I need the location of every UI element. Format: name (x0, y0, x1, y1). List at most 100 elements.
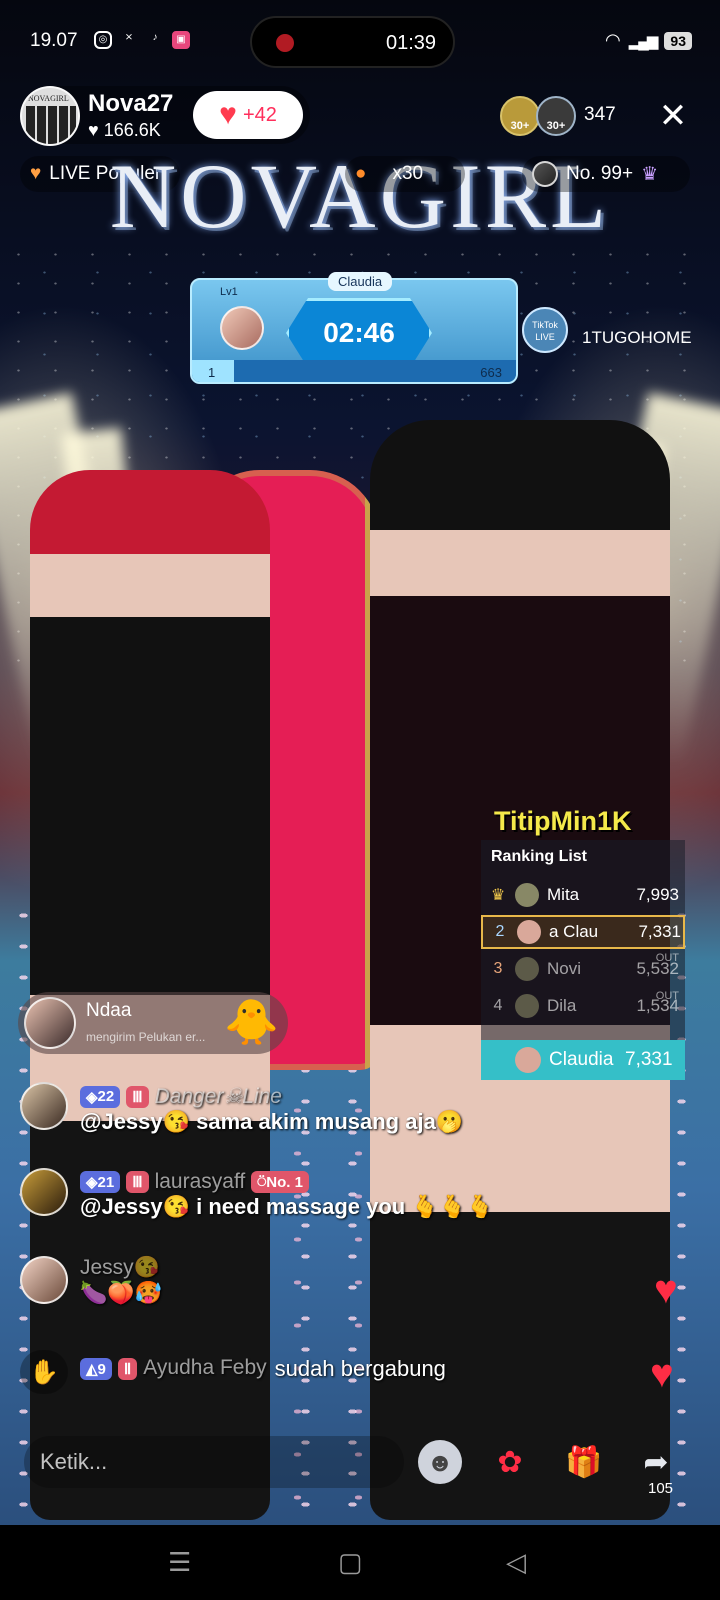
comment-input[interactable]: Ketik... (24, 1436, 404, 1488)
gift-box-icon[interactable]: 🎁 (562, 1440, 606, 1484)
timer-progress-right: 663 (480, 365, 502, 380)
rank-chip[interactable]: No. 99+ ♛ (522, 156, 690, 192)
ranking-row[interactable]: ♛ Mita 7,993 (481, 878, 685, 912)
capcut-icon: ⨯ (124, 32, 134, 43)
partner-label[interactable]: 1TUGOHOME (582, 328, 692, 348)
wave-icon: ✋ (20, 1350, 68, 1394)
chat-meta: ◈ 22 Ⅲ Danger☠Line (80, 1084, 463, 1109)
recording-time: 01:39 (386, 32, 437, 54)
close-icon[interactable]: ✕ (656, 99, 690, 133)
wifi-icon: ◠ (605, 30, 621, 50)
chat-message[interactable]: Jessy😘 🍆🍑🥵 (20, 1256, 162, 1306)
chat-username[interactable]: Jessy😘 (80, 1256, 162, 1280)
screen-recorder-pill[interactable]: 01:39 (250, 16, 455, 68)
chat-text: @Jessy😘 i need massage you 🫰🫰🫰 (80, 1194, 494, 1219)
ranking-score: 7,331 (638, 922, 681, 941)
chat-message[interactable]: ◈ 22 Ⅲ Danger☠Line @Jessy😘 sama akim mus… (20, 1082, 463, 1135)
fan-club-badge: Ⅲ (126, 1085, 149, 1108)
android-navigation-bar: ☰ ▢ ◁ (0, 1525, 720, 1600)
system-status-bar: 19.07 ◎ ⨯ ♪ ▣ 01:39 ◠ ▂▄▆ 93 (0, 0, 720, 80)
signal-icon: ▂▄▆ (628, 32, 659, 50)
host-likes: ♥ 166.6K (88, 120, 161, 141)
clock: 19.07 (30, 30, 78, 51)
diamond-icon: ◈ (86, 1088, 98, 1106)
timer-progress-left: 1 (208, 365, 216, 380)
share-arrow-icon[interactable]: ➦ (634, 1440, 678, 1484)
bottom-action-bar: Ketik... ☻ ✿ 🎁 ➦ 105 (0, 1418, 720, 1518)
viewer-count[interactable]: 347 (584, 104, 616, 126)
multiplier-label: x30 (392, 163, 424, 184)
ranking-name: Novi (547, 959, 582, 978)
back-icon[interactable]: ◁ (506, 1547, 526, 1578)
gift-message: mengirim Pelukan er... (86, 1030, 206, 1044)
host-name[interactable]: Nova27 (88, 90, 173, 118)
ranking-title: Ranking List (491, 848, 588, 865)
chat-message[interactable]: ◈ 21 Ⅲ laurasyaff ⍥ No. 1 @Jessy😘 i need… (20, 1168, 494, 1220)
chat-username[interactable]: Danger☠Line (155, 1084, 282, 1109)
level-number: 9 (97, 1360, 106, 1378)
diamond-icon: ◈ (86, 1174, 98, 1191)
ranking-name: a Clau (549, 922, 599, 941)
ranking-row-highlighted[interactable]: 2 a Clau 7,331 (481, 915, 685, 949)
follow-count: +42 (242, 103, 277, 126)
ranking-avatar (515, 994, 539, 1018)
chat-username[interactable]: laurasyaff (155, 1170, 246, 1194)
join-username[interactable]: Ayudha Feby (143, 1356, 266, 1380)
ranking-rank: 3 (493, 960, 503, 977)
chat-avatar[interactable] (20, 1082, 68, 1130)
join-message[interactable]: ✋ ◭ 9 Ⅱ Ayudha Feby sudah bergabung (20, 1350, 446, 1394)
heart-icon: ♥ (219, 98, 237, 131)
chat-body: ◈ 21 Ⅲ laurasyaff ⍥ No. 1 @Jessy😘 i need… (80, 1168, 494, 1220)
rank-avatar (532, 161, 558, 187)
tiktok-icon: ♪ (152, 32, 158, 43)
fan-club-badge: Ⅲ (126, 1171, 149, 1193)
out-label: OUT (655, 990, 679, 1002)
gift-sender-name: Ndaa (86, 1000, 132, 1021)
chat-avatar[interactable] (20, 1256, 68, 1304)
titip-label: TitipMin1K (494, 806, 632, 836)
ranking-my-score: 7,331 (625, 1049, 673, 1070)
rose-gift-icon[interactable]: ✿ (488, 1440, 532, 1484)
ranking-rank: 2 (495, 923, 505, 940)
medal-icon: ⍥ (257, 1173, 267, 1191)
rank-crown-icon: ♛ (490, 887, 506, 904)
host-avatar[interactable]: NOVAGIRL (20, 86, 80, 146)
ranking-score: 7,993 (636, 885, 679, 904)
top-gifter-badge: ⍥ No. 1 (251, 1171, 309, 1193)
triangle-icon: ◭ (86, 1361, 98, 1378)
heart-small-icon: ♥ (88, 120, 104, 140)
ranking-name: Dila (547, 996, 577, 1015)
instagram-icon: ◎ (94, 31, 112, 49)
ranking-avatar (515, 957, 539, 981)
battery-level: 93 (664, 31, 692, 50)
menu-icon[interactable]: ☰ (168, 1547, 191, 1578)
rank-label: No. 99+ (566, 163, 634, 184)
avatar-logo-text: NOVAGIRL (28, 94, 69, 103)
tiktok-live-badge[interactable]: TikTok LIVE (522, 307, 568, 353)
ranking-my-avatar (515, 1047, 541, 1073)
chat-avatar[interactable] (20, 1168, 68, 1216)
ranking-row[interactable]: 4 Dila 1,534 (481, 989, 685, 1023)
gift-notification[interactable]: Ndaa mengirim Pelukan er... 🐥 (18, 992, 288, 1054)
gift-sender-avatar (24, 997, 76, 1049)
multiplier-chip[interactable]: ● x30 (345, 156, 465, 192)
timer-level: Lv1 (220, 286, 238, 298)
ranking-row[interactable]: 3 Novi 5,532 (481, 952, 685, 986)
top-viewers[interactable]: 30+ 30+ (500, 96, 576, 136)
ranking-avatar (515, 883, 539, 907)
record-dot-icon (276, 34, 294, 52)
ranking-my-row[interactable]: Claudia 7,331 (481, 1040, 685, 1080)
chat-body: ◈ 22 Ⅲ Danger☠Line @Jessy😘 sama akim mus… (80, 1082, 463, 1135)
battle-timer-widget[interactable]: Lv1 Claudia 02:46 1 663 (190, 272, 518, 384)
avatar-group-photo (26, 106, 76, 144)
out-label: OUT (655, 952, 679, 964)
top-viewer-2[interactable]: 30+ (536, 96, 576, 136)
host-likes-count: 166.6K (103, 120, 161, 140)
timer-user-name: Claudia (328, 272, 393, 291)
emoji-icon[interactable]: ☻ (418, 1440, 462, 1484)
level-number: 22 (97, 1088, 115, 1105)
top-viewer-1[interactable]: 30+ (500, 96, 540, 136)
home-icon[interactable]: ▢ (338, 1547, 363, 1578)
follow-button[interactable]: ♥ +42 (193, 91, 303, 139)
timer-user-avatar (220, 306, 264, 350)
